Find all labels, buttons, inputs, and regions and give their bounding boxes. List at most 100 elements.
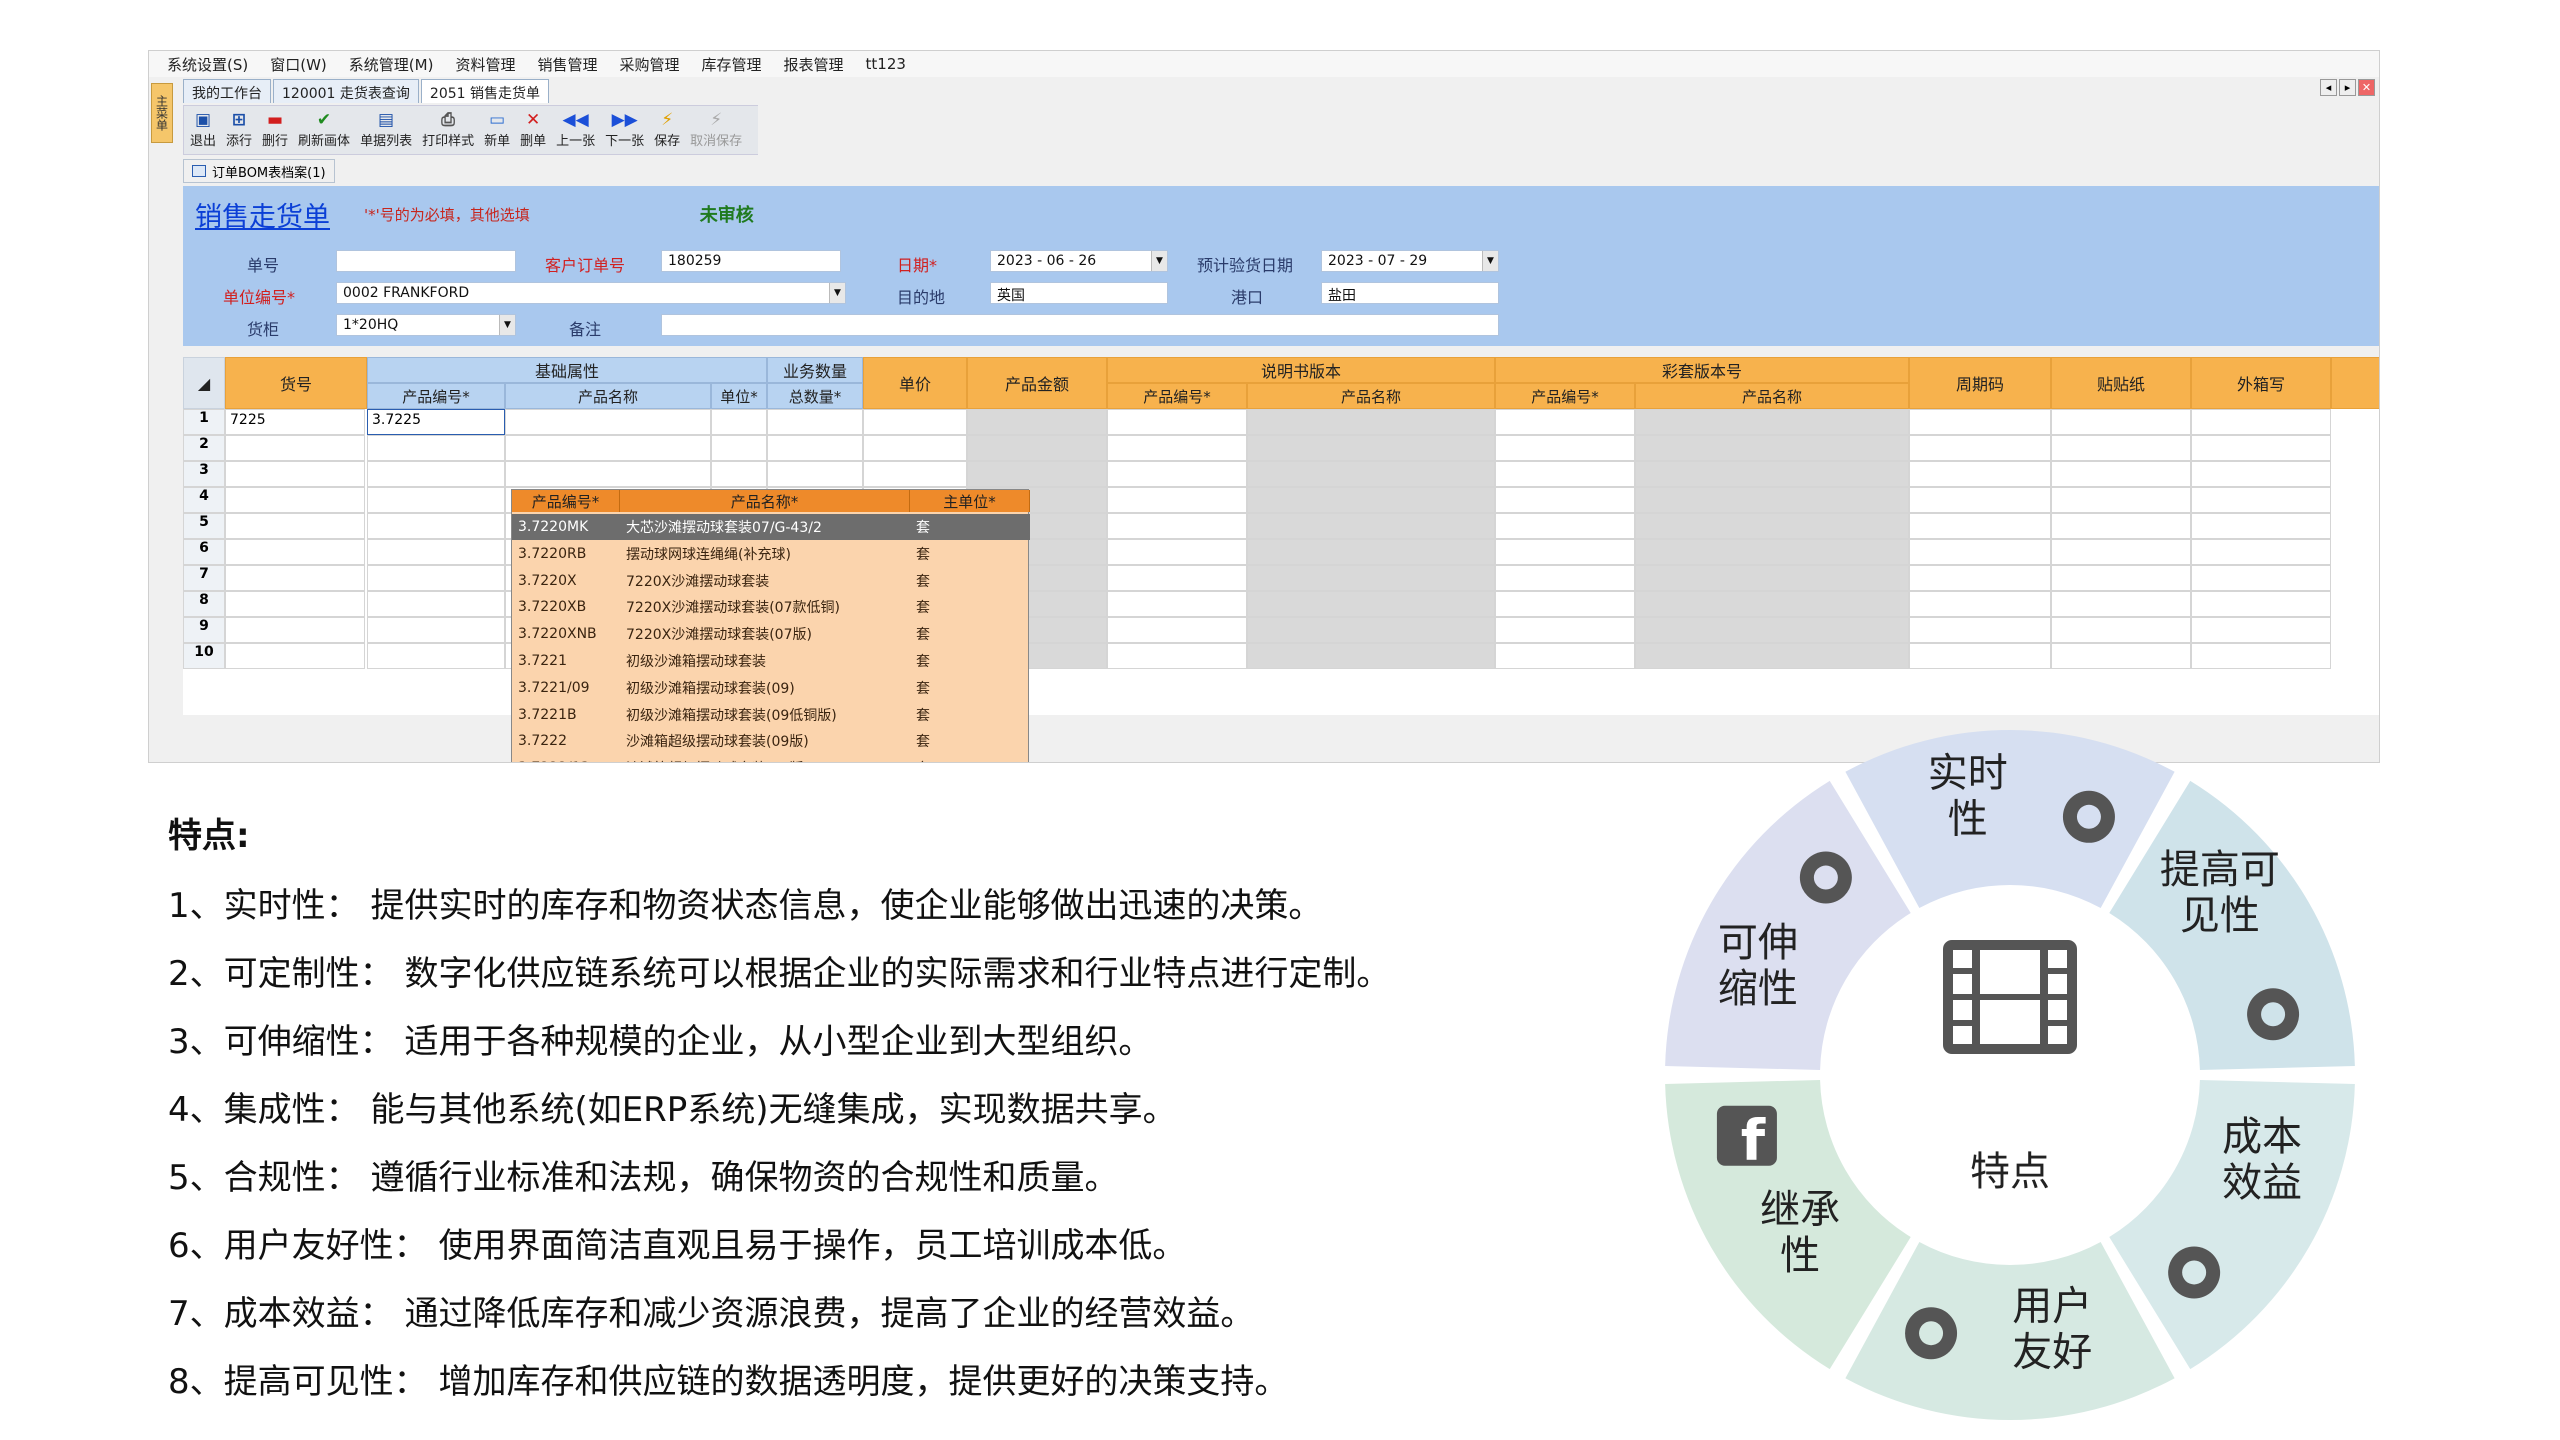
toolbar-button[interactable]: ✕ 删单 <box>520 110 546 150</box>
dropdown-option[interactable]: 3.7220XB 7220X沙滩摆动球套装(07款低铜) 套 <box>512 594 1030 620</box>
scroll-right-icon[interactable]: ▸ <box>2339 79 2356 96</box>
unit-code-field[interactable]: 0002 FRANKFORD ▼ <box>336 282 846 304</box>
grid-cell[interactable] <box>225 513 365 539</box>
grid-cell[interactable] <box>1909 487 2051 513</box>
grid-cell[interactable] <box>1909 513 2051 539</box>
grid-cell[interactable] <box>225 461 365 487</box>
grid-cell[interactable] <box>1247 513 1495 539</box>
dropdown-arrow-icon[interactable]: ▼ <box>499 315 515 335</box>
grid-cell[interactable] <box>367 461 505 487</box>
grid-cell[interactable] <box>367 617 505 643</box>
grid-cell[interactable] <box>367 539 505 565</box>
grid-cell[interactable] <box>1247 409 1495 435</box>
grid-cell[interactable] <box>1107 565 1247 591</box>
grid-cell[interactable] <box>1909 409 2051 435</box>
dropdown-option[interactable]: 3.7220X 7220X沙滩摆动球套装 套 <box>512 568 1030 594</box>
grid-cell[interactable] <box>2051 617 2191 643</box>
grid-cell[interactable] <box>1635 461 1909 487</box>
grid-cell[interactable] <box>367 487 505 513</box>
dropdown-option[interactable]: 3.7220MK 大芯沙滩摆动球套装07/G-43/2 套 <box>512 514 1030 540</box>
destination-field[interactable]: 英国 <box>990 282 1168 304</box>
grid-cell[interactable] <box>711 409 767 435</box>
port-field[interactable]: 盐田 <box>1321 282 1499 304</box>
grid-cell[interactable] <box>2051 591 2191 617</box>
grid-cell[interactable] <box>2191 461 2331 487</box>
document-tab[interactable]: 我的工作台 <box>183 79 271 103</box>
dropdown-option[interactable]: 3.7222/13 沙滩箱超级摆动球套装(13版) 套 <box>512 755 1030 762</box>
grid-cell[interactable] <box>1495 643 1635 669</box>
toolbar-button[interactable]: ▤ 单据列表 <box>360 110 412 150</box>
grid-cell[interactable] <box>2191 643 2331 669</box>
dropdown-option[interactable]: 3.7222 沙滩箱超级摆动球套装(09版) 套 <box>512 728 1030 754</box>
grid-cell[interactable] <box>1495 591 1635 617</box>
grid-cell[interactable] <box>2191 435 2331 461</box>
grid-cell[interactable] <box>1107 435 1247 461</box>
dropdown-arrow-icon[interactable]: ▼ <box>1482 251 1498 271</box>
dropdown-arrow-icon[interactable]: ▼ <box>829 283 845 303</box>
grid-cell[interactable] <box>1909 435 2051 461</box>
grid-cell[interactable] <box>225 487 365 513</box>
container-field[interactable]: 1*20HQ ▼ <box>336 314 516 336</box>
grid-cell[interactable] <box>2191 513 2331 539</box>
toolbar-button[interactable]: ⎙ 打印样式 <box>422 110 474 150</box>
menu-item[interactable]: 销售管理 <box>537 54 597 75</box>
grid-cell[interactable] <box>1635 409 1909 435</box>
grid-cell[interactable] <box>1495 487 1635 513</box>
grid-cell[interactable] <box>2051 435 2191 461</box>
menu-item[interactable]: 库存管理 <box>701 54 761 75</box>
grid-cell[interactable] <box>1495 461 1635 487</box>
main-menu-tab[interactable]: 主菜单 <box>151 83 173 143</box>
grid-cell[interactable] <box>863 461 967 487</box>
toolbar-button[interactable]: ⚡ 取消保存 <box>690 110 742 150</box>
grid-cell[interactable] <box>967 435 1107 461</box>
menu-item[interactable]: 系统管理(M) <box>349 54 434 75</box>
grid-cell[interactable] <box>2051 565 2191 591</box>
grid-cell[interactable] <box>1107 539 1247 565</box>
grid-cell[interactable] <box>1247 643 1495 669</box>
toolbar-button[interactable]: ✔ 刷新画体 <box>298 110 350 150</box>
grid-cell[interactable] <box>2191 539 2331 565</box>
grid-cell[interactable] <box>1909 565 2051 591</box>
grid-cell[interactable] <box>1635 643 1909 669</box>
grid-cell[interactable] <box>1909 539 2051 565</box>
grid-cell[interactable] <box>1247 461 1495 487</box>
grid-cell[interactable] <box>367 565 505 591</box>
grid-cell[interactable] <box>2191 409 2331 435</box>
menu-item[interactable]: 系统设置(S) <box>167 54 248 75</box>
grid-cell[interactable] <box>1635 565 1909 591</box>
grid-cell[interactable] <box>1495 409 1635 435</box>
grid-cell[interactable] <box>225 539 365 565</box>
grid-cell[interactable] <box>225 565 365 591</box>
grid-cell[interactable] <box>767 461 863 487</box>
customer-order-field[interactable]: 180259 <box>661 250 841 272</box>
grid-cell[interactable] <box>1247 539 1495 565</box>
grid-cell[interactable] <box>1495 565 1635 591</box>
grid-cell[interactable] <box>1107 409 1247 435</box>
grid-cell[interactable] <box>505 461 711 487</box>
document-tab[interactable]: 2051 销售走货单 <box>420 79 549 103</box>
grid-cell[interactable] <box>1247 617 1495 643</box>
grid-cell[interactable] <box>767 409 863 435</box>
order-no-field[interactable] <box>336 250 516 272</box>
date-field[interactable]: 2023 - 06 - 26 ▼ <box>990 250 1168 272</box>
grid-cell[interactable] <box>367 435 505 461</box>
grid-cell[interactable] <box>367 513 505 539</box>
grid-cell[interactable] <box>2051 409 2191 435</box>
grid-cell[interactable] <box>1107 461 1247 487</box>
dropdown-option[interactable]: 3.7220XNB 7220X沙滩摆动球套装(07版) 套 <box>512 621 1030 647</box>
grid-cell[interactable] <box>505 435 711 461</box>
menu-item[interactable]: 报表管理 <box>784 54 844 75</box>
dropdown-option[interactable]: 3.7221 初级沙滩箱摆动球套装 套 <box>512 648 1030 674</box>
menu-item[interactable]: 资料管理 <box>455 54 515 75</box>
toolbar-button[interactable]: ▣ 退出 <box>190 110 216 150</box>
grid-cell[interactable] <box>1909 591 2051 617</box>
toolbar-button[interactable]: ⚡ 保存 <box>654 110 680 150</box>
grid-cell[interactable] <box>1107 513 1247 539</box>
grid-cell[interactable] <box>1635 617 1909 643</box>
grid-cell[interactable] <box>1495 435 1635 461</box>
grid-cell[interactable] <box>2051 487 2191 513</box>
grid-cell[interactable] <box>1247 591 1495 617</box>
toolbar-button[interactable]: ⊞ 添行 <box>226 110 252 150</box>
menu-item[interactable]: tt123 <box>866 55 906 73</box>
grid-cell[interactable] <box>1107 643 1247 669</box>
